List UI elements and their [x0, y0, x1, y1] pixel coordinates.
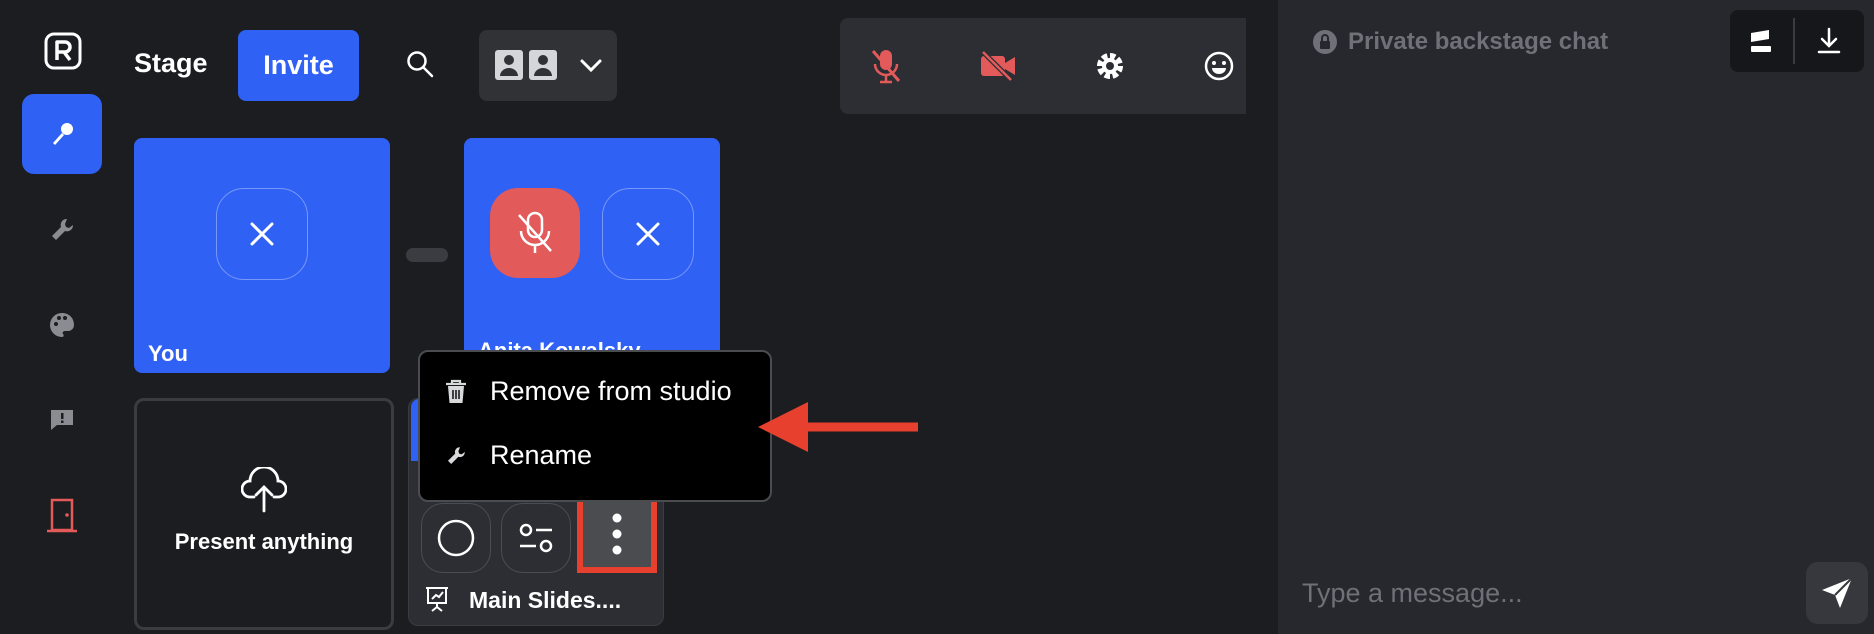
- rail-microphone-button[interactable]: [22, 94, 102, 174]
- search-icon: [407, 51, 434, 78]
- menu-item-label: Rename: [490, 440, 593, 470]
- participant-tile-you[interactable]: You: [134, 138, 390, 373]
- page-title: Stage: [134, 48, 208, 78]
- comment-alert-icon: [51, 410, 73, 430]
- rail-leave-button[interactable]: [22, 476, 102, 556]
- chevron-down-icon: [580, 59, 602, 73]
- send-message-button[interactable]: [1806, 562, 1868, 624]
- menu-item-rename[interactable]: Rename: [444, 440, 592, 471]
- wrench-icon: [448, 446, 465, 464]
- vertical-dots-icon: [612, 513, 622, 555]
- tile-divider[interactable]: [406, 248, 448, 262]
- presentation-icon: [426, 587, 448, 612]
- gear-icon: [1097, 53, 1123, 79]
- participant-tile-guest[interactable]: Anita Kowalsky: [464, 138, 720, 373]
- chat-title-label: Private backstage chat: [1348, 28, 1609, 55]
- participants-icon: [495, 50, 557, 80]
- close-icon: [250, 222, 274, 246]
- more-options-button[interactable]: [583, 501, 651, 567]
- invite-button[interactable]: Invite: [238, 30, 359, 101]
- close-icon: [636, 222, 660, 246]
- microphone-off-icon: [518, 211, 552, 253]
- rail-tools-button[interactable]: [22, 190, 102, 270]
- context-menu: Remove from studio Rename: [418, 350, 772, 502]
- upload-icon: [241, 467, 287, 513]
- wrench-icon: [52, 218, 74, 240]
- reactions-button[interactable]: [1192, 36, 1246, 96]
- participant-name: You: [148, 341, 188, 366]
- slides-label: Main Slides....: [469, 587, 622, 613]
- trash-icon: [446, 379, 466, 403]
- annotation-arrow: [758, 402, 918, 452]
- chat-message-input[interactable]: [1302, 578, 1782, 609]
- layout-dropdown[interactable]: [479, 30, 617, 101]
- microphone-off-icon: [871, 50, 901, 84]
- toggle-slide-button[interactable]: [421, 503, 491, 573]
- lock-icon: [1313, 30, 1337, 54]
- smiley-icon: [1204, 51, 1234, 81]
- app-logo[interactable]: [44, 32, 82, 70]
- remove-from-stage-button[interactable]: [216, 188, 308, 280]
- chat-panel: [1278, 0, 1874, 634]
- search-button[interactable]: [400, 44, 440, 84]
- send-icon: [1822, 577, 1853, 608]
- guest-muted-button[interactable]: [490, 188, 580, 278]
- remove-guest-from-stage-button[interactable]: [602, 188, 694, 280]
- present-anything-button[interactable]: Present anything: [134, 398, 394, 630]
- camera-off-button[interactable]: [968, 36, 1028, 96]
- download-icon: [1817, 27, 1841, 54]
- camera-off-icon: [981, 50, 1015, 82]
- menu-item-remove-from-studio[interactable]: Remove from studio: [444, 376, 732, 407]
- rail-comments-button[interactable]: [22, 380, 102, 460]
- toolbar-divider: [1793, 18, 1795, 64]
- toggles-icon: [519, 523, 553, 553]
- chat-pin-button[interactable]: [1742, 22, 1780, 60]
- chat-download-button[interactable]: [1810, 22, 1848, 60]
- mute-mic-button[interactable]: [856, 36, 916, 96]
- microphone-icon: [53, 123, 73, 145]
- menu-item-label: Remove from studio: [490, 376, 732, 406]
- media-controls-bar: [840, 18, 1246, 114]
- settings-button[interactable]: [1080, 36, 1140, 96]
- door-exit-icon: [47, 498, 77, 533]
- slide-options-button[interactable]: [501, 503, 571, 573]
- rail-branding-button[interactable]: [22, 285, 102, 365]
- banner-icon: [1751, 30, 1771, 52]
- chat-toolbar: [1730, 10, 1864, 72]
- palette-icon: [50, 313, 74, 337]
- chat-title: Private backstage chat: [1312, 28, 1608, 56]
- present-anything-label: Present anything: [174, 529, 354, 554]
- circle-icon: [437, 519, 475, 557]
